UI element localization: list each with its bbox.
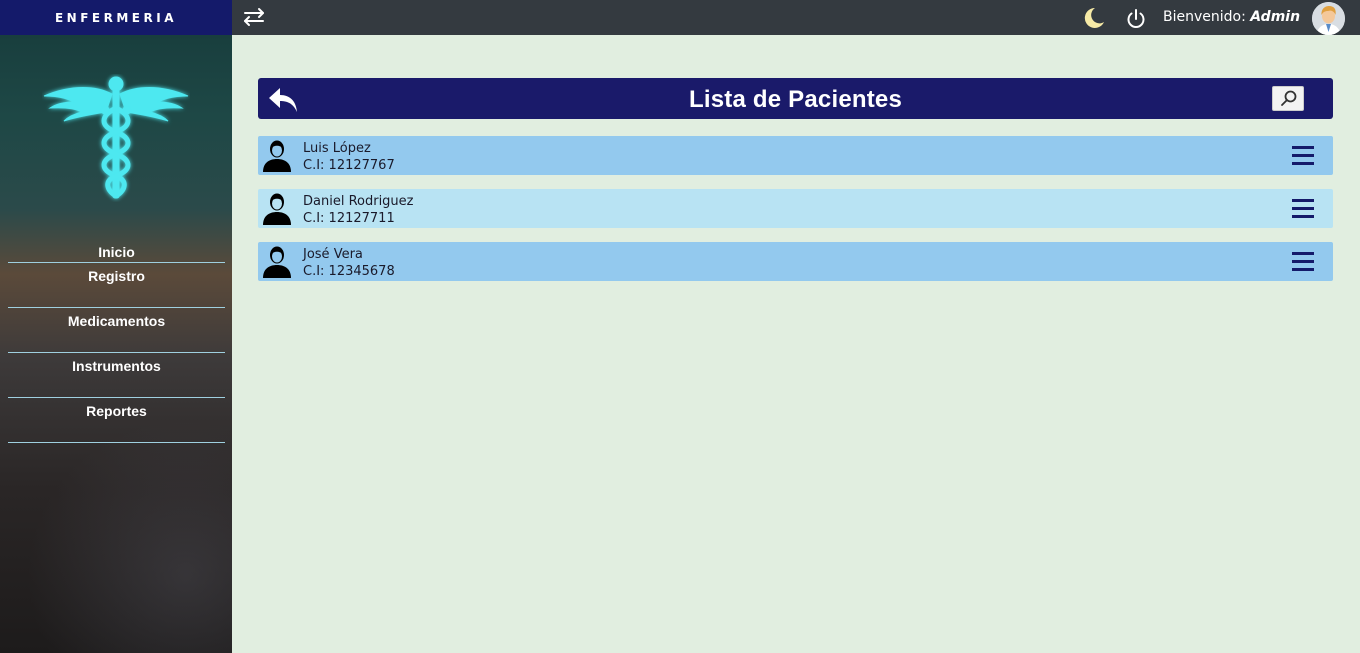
moon-icon[interactable] bbox=[1081, 6, 1105, 30]
sidebar-item-medicamentos[interactable]: Medicamentos bbox=[8, 308, 225, 353]
welcome-label: Bienvenido: bbox=[1163, 9, 1246, 25]
sidebar-item-label: Instrumentos bbox=[72, 358, 161, 374]
sidebar-item-reportes[interactable]: Reportes bbox=[8, 398, 225, 443]
search-button[interactable] bbox=[1272, 86, 1304, 111]
patient-name: José Vera bbox=[303, 247, 363, 262]
list-item[interactable]: Luis López C.I: 12127767 bbox=[258, 136, 1333, 175]
sidebar-item-label: Reportes bbox=[86, 403, 147, 419]
person-icon bbox=[261, 139, 293, 172]
sidebar-nav: Inicio Registro Medicamentos Instrumento… bbox=[8, 240, 225, 443]
page-title: Lista de Pacientes bbox=[688, 86, 903, 113]
hamburger-menu-icon[interactable] bbox=[1292, 198, 1316, 219]
person-icon bbox=[261, 245, 293, 278]
user-name: Admin bbox=[1250, 9, 1301, 25]
patient-name: Luis López bbox=[303, 141, 371, 156]
sidebar-title: ENFERMERIA bbox=[0, 0, 232, 35]
caduceus-icon bbox=[42, 74, 190, 202]
patient-ci: C.I: 12345678 bbox=[303, 264, 395, 279]
user-avatar-icon[interactable] bbox=[1312, 2, 1345, 35]
list-item[interactable]: José Vera C.I: 12345678 bbox=[258, 242, 1333, 281]
sidebar-item-label: Registro bbox=[88, 268, 145, 284]
hamburger-menu-icon[interactable] bbox=[1292, 145, 1316, 166]
top-bar: Bienvenido: Admin bbox=[232, 0, 1360, 35]
hamburger-menu-icon[interactable] bbox=[1292, 251, 1316, 272]
search-icon bbox=[1281, 90, 1297, 106]
sidebar-item-label: Medicamentos bbox=[67, 313, 166, 329]
sidebar-item-instrumentos[interactable]: Instrumentos bbox=[8, 353, 225, 398]
patient-ci: C.I: 12127767 bbox=[303, 158, 395, 173]
patient-ci: C.I: 12127711 bbox=[303, 211, 395, 226]
page-header: Lista de Pacientes bbox=[258, 78, 1333, 119]
sidebar-item-inicio[interactable]: Inicio bbox=[8, 240, 225, 263]
sidebar-item-registro[interactable]: Registro bbox=[8, 263, 225, 308]
list-item[interactable]: Daniel Rodriguez C.I: 12127711 bbox=[258, 189, 1333, 228]
person-icon bbox=[261, 192, 293, 225]
sidebar: ENFERMERIA Inicio Registro Medicamentos … bbox=[0, 0, 232, 653]
sidebar-item-label: Inicio bbox=[98, 244, 135, 260]
power-icon[interactable] bbox=[1125, 8, 1147, 30]
swap-arrows-icon[interactable] bbox=[242, 7, 266, 27]
welcome-text: Bienvenido: Admin bbox=[1163, 9, 1300, 25]
patient-name: Daniel Rodriguez bbox=[303, 194, 414, 209]
